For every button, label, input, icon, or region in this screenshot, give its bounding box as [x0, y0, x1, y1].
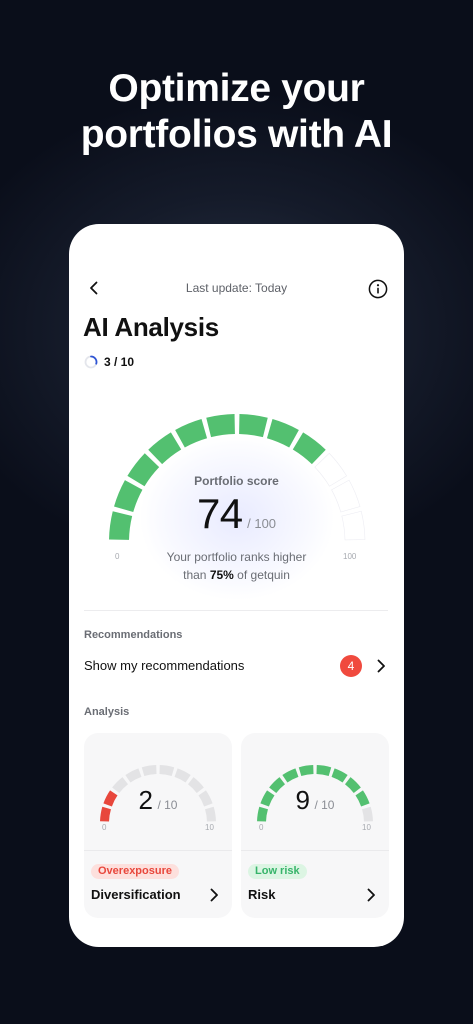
recommendations-section-label: Recommendations	[84, 629, 183, 641]
analysis-section-label: Analysis	[84, 706, 130, 718]
risk-title: Risk	[248, 887, 276, 902]
phone-screen: Last update: Today AI Analysis 3 / 10 Po…	[69, 224, 404, 947]
diversification-gauge-segment-7	[174, 768, 191, 783]
risk-gauge-segment-4	[282, 768, 299, 783]
score-number: 74	[196, 490, 243, 537]
risk-tick-max: 10	[362, 823, 371, 832]
portfolio-gauge-segment-7	[239, 414, 268, 438]
show-recommendations-row[interactable]: Show my recommendations 4	[84, 654, 390, 678]
chevron-right-icon	[367, 888, 375, 902]
last-update-text: Last update: Today	[185, 281, 288, 295]
risk-score: 9 / 10	[241, 785, 389, 816]
progress-label: 3 / 10	[104, 355, 135, 369]
headline-line-2: portfolios with AI	[80, 113, 393, 156]
diversification-tick-min: 0	[102, 823, 107, 832]
rank-percent: 75%	[209, 568, 234, 582]
portfolio-gauge-segment-8	[266, 419, 299, 448]
risk-gauge-segment-7	[331, 768, 348, 783]
risk-gauge-segment-6	[316, 765, 332, 776]
show-recommendations-label: Show my recommendations	[84, 658, 245, 673]
diversification-score-number: 2	[138, 785, 153, 815]
portfolio-score-label: Portfolio score	[194, 474, 279, 488]
diversification-gauge-segment-6	[159, 765, 175, 776]
page-title: AI Analysis	[83, 312, 219, 342]
rank-line-1: Your portfolio ranks higher	[166, 550, 307, 564]
risk-tile[interactable]: 9 / 10 0 10 Low risk Risk	[241, 733, 389, 918]
diversification-score: 2 / 10	[84, 785, 232, 816]
back-button[interactable]	[85, 279, 103, 297]
rank-than: than	[183, 568, 210, 582]
portfolio-score-value: 74 / 100	[69, 490, 404, 538]
section-divider	[84, 610, 388, 611]
portfolio-gauge-segment-5	[175, 419, 208, 448]
headline-line-1: Optimize your	[108, 67, 365, 110]
score-max: / 100	[247, 516, 277, 531]
headline: Optimize your portfolios with AI	[0, 66, 473, 158]
info-icon	[368, 279, 388, 299]
diversification-tick-max: 10	[205, 823, 214, 832]
risk-score-max: / 10	[314, 798, 335, 812]
chevron-right-icon	[210, 888, 218, 902]
diversification-score-max: / 10	[157, 798, 178, 812]
rank-line-2: than 75% of getquin	[69, 566, 404, 584]
chevron-left-icon	[90, 281, 98, 295]
risk-gauge-segment-5	[298, 765, 314, 776]
analysis-progress: 3 / 10	[84, 354, 134, 370]
progress-ring-icon	[84, 355, 98, 369]
rank-of-getquin: of getquin	[233, 568, 290, 582]
portfolio-gauge-segment-9	[292, 432, 326, 465]
portfolio-gauge-segment-6	[206, 414, 235, 438]
risk-tick-min: 0	[259, 823, 264, 832]
tile-divider	[241, 850, 389, 851]
tile-divider	[84, 850, 232, 851]
diversification-tile[interactable]: 2 / 10 0 10 Overexposure Diversification	[84, 733, 232, 918]
recommendations-count-badge: 4	[340, 655, 362, 677]
chevron-right-icon	[377, 659, 385, 673]
risk-score-number: 9	[295, 785, 310, 815]
diversification-gauge-segment-4	[125, 768, 142, 783]
rank-text: Your portfolio ranks higher than 75% of …	[69, 548, 404, 584]
diversification-title: Diversification	[91, 887, 181, 902]
portfolio-gauge-segment-4	[148, 432, 182, 465]
overexposure-tag: Overexposure	[91, 864, 179, 879]
diversification-gauge-segment-5	[141, 765, 157, 776]
low-risk-tag: Low risk	[248, 864, 307, 879]
info-button[interactable]	[368, 279, 388, 299]
